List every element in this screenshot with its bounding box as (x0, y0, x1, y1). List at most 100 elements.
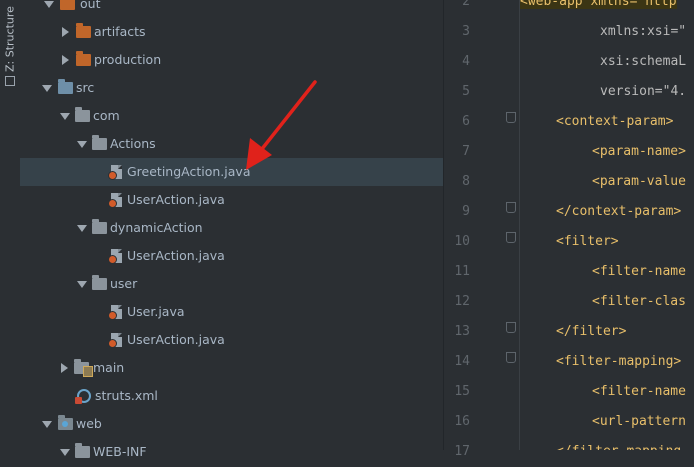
tree-label: User.java (127, 304, 185, 319)
tree-label: struts.xml (95, 388, 158, 403)
fold-marker-icon[interactable] (506, 232, 516, 243)
java-file-icon (108, 249, 122, 264)
tree-row-web-inf[interactable]: WEB-INF (20, 438, 444, 466)
web-folder-icon (58, 415, 73, 430)
line-number: 16 (454, 414, 470, 429)
tree-row-main[interactable]: main (20, 354, 444, 382)
tree-row-web[interactable]: web (20, 410, 444, 438)
tree-row-useraction[interactable]: UserAction.java (20, 186, 444, 214)
package-icon (92, 219, 107, 234)
tree-row-artifacts[interactable]: artifacts (20, 18, 444, 46)
folder-icon (75, 443, 90, 458)
code-text: <web-app xmlns="http (520, 0, 677, 9)
tree-row-struts-xml[interactable]: struts.xml (20, 382, 444, 410)
tree-row-actions[interactable]: Actions (20, 130, 444, 158)
code-line: version="4. (600, 84, 687, 99)
collapse-arrow-icon[interactable] (62, 55, 69, 65)
line-number: 9 (462, 204, 470, 219)
structure-tab-label: Z: Structure (3, 6, 17, 72)
expand-arrow-icon[interactable] (60, 449, 70, 456)
expand-arrow-icon[interactable] (77, 225, 87, 232)
line-number: 3 (462, 24, 470, 39)
line-number: 6 (462, 114, 470, 129)
fold-marker-icon[interactable] (506, 352, 516, 363)
code-line: <param-name> (592, 144, 686, 159)
code-line: xmlns:xsi=" (600, 24, 687, 39)
code-line: </filter-mapping (556, 437, 681, 450)
code-line: <filter-mapping> (556, 354, 682, 369)
java-file-icon (108, 193, 122, 208)
code-line: <url-pattern (592, 414, 686, 429)
expand-arrow-icon[interactable] (42, 85, 52, 92)
line-number: 5 (462, 84, 470, 99)
code-line: <context-param> (556, 114, 674, 129)
line-number: 13 (454, 324, 470, 339)
code-editor[interactable]: <web-app xmlns="http xmlns:xsi=" xsi:sch… (520, 0, 694, 450)
project-tree: out artifacts production src com Actions… (20, 0, 444, 459)
line-number: 2 (462, 0, 470, 9)
tree-label: user (110, 276, 138, 291)
tree-label: src (76, 80, 95, 95)
code-line: </filter> (556, 324, 627, 339)
tree-row-production[interactable]: production (20, 46, 444, 74)
tree-row-com[interactable]: com (20, 102, 444, 130)
structure-tool-tab[interactable]: Z: Structure (2, 6, 18, 86)
expand-arrow-icon[interactable] (42, 421, 52, 428)
java-file-icon (108, 305, 122, 320)
java-file-icon (108, 333, 122, 348)
java-file-icon (108, 165, 122, 180)
xml-config-icon (75, 389, 91, 404)
tree-row-user-java[interactable]: User.java (20, 298, 444, 326)
package-icon (92, 275, 107, 290)
tree-label: UserAction.java (127, 332, 225, 347)
tree-label: out (80, 0, 101, 11)
code-line: </context-param> (556, 204, 682, 219)
line-number: 11 (454, 264, 470, 279)
tree-label: WEB-INF (93, 444, 147, 459)
left-tool-strip: Z: Structure (0, 0, 21, 450)
collapse-arrow-icon[interactable] (61, 363, 68, 373)
code-line: <filter-name (592, 264, 686, 279)
tree-row-user[interactable]: user (20, 270, 444, 298)
tree-row-useraction[interactable]: UserAction.java (20, 242, 444, 270)
tree-row-out[interactable]: out (20, 0, 444, 18)
expand-arrow-icon[interactable] (60, 113, 70, 120)
line-number: 14 (454, 354, 470, 369)
collapse-arrow-icon[interactable] (62, 27, 69, 37)
fold-marker-icon[interactable] (506, 112, 516, 123)
line-number: 10 (454, 234, 470, 249)
folder-icon (60, 0, 75, 10)
code-line: <param-value (592, 174, 686, 189)
tree-label: com (93, 108, 120, 123)
tree-label: main (93, 360, 125, 375)
package-icon (75, 107, 90, 122)
code-line: <filter-name (592, 384, 686, 399)
fold-marker-icon[interactable] (506, 202, 516, 213)
code-line: xsi:schemaL (600, 54, 687, 69)
line-number: 12 (454, 294, 470, 309)
editor-gutter: 2 3 4 5 6 7 8 9 10 11 12 13 14 15 16 17 (444, 0, 520, 459)
code-line: <web-app xmlns="http (520, 0, 677, 17)
line-number: 7 (462, 144, 470, 159)
expand-arrow-icon[interactable] (77, 141, 87, 148)
code-line: <filter> (556, 234, 619, 249)
tree-row-src[interactable]: src (20, 74, 444, 102)
tree-label: production (94, 52, 162, 67)
folder-icon (76, 23, 91, 38)
line-number: 17 (454, 444, 470, 459)
expand-arrow-icon[interactable] (77, 281, 87, 288)
tree-label: UserAction.java (127, 192, 225, 207)
tree-label: Actions (110, 136, 156, 151)
tree-label: GreetingAction.java (127, 164, 251, 179)
package-icon (92, 135, 107, 150)
fold-marker-icon[interactable] (506, 322, 516, 333)
tree-label: web (76, 416, 102, 431)
code-line: <filter-clas (592, 294, 686, 309)
tree-row-greetingaction[interactable]: GreetingAction.java (20, 158, 444, 186)
tree-row-dynamicaction[interactable]: dynamicAction (20, 214, 444, 242)
tree-row-useraction[interactable]: UserAction.java (20, 326, 444, 354)
tree-label: UserAction.java (127, 248, 225, 263)
source-folder-icon (58, 79, 73, 94)
line-number: 4 (462, 54, 470, 69)
expand-arrow-icon[interactable] (44, 1, 54, 8)
